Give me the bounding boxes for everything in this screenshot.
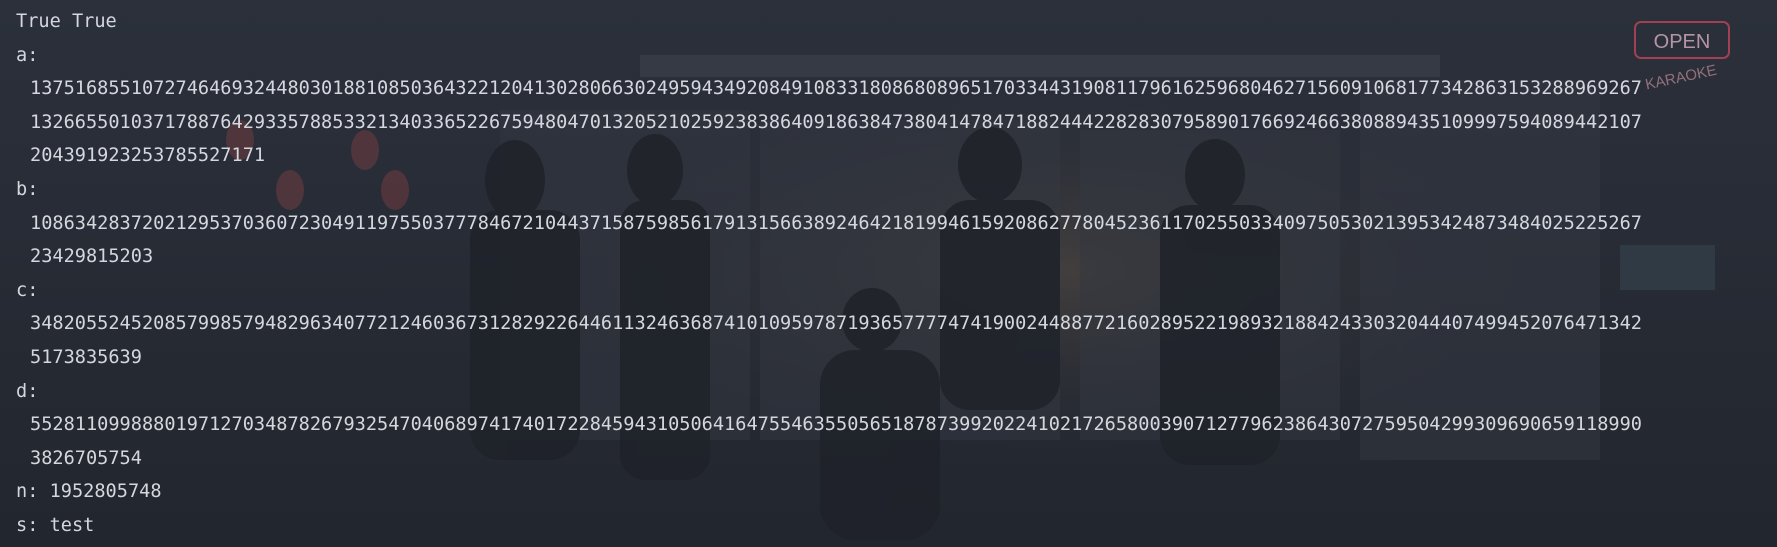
output-line: n: 1952805748 [16,481,162,503]
output-line: True True [16,11,117,32]
output-line: c: [16,279,39,301]
output-line: 5173835639 [30,346,142,368]
output-line: 204391923253785527171 [30,145,266,167]
output-line: 1326655010371788764293357885332134033652… [30,111,1642,133]
output-line: 5528110998880197127034878267932547040689… [30,414,1642,436]
output-line: a: [16,44,39,66]
output-line: 1375168551072746469324480301881085036432… [30,78,1642,100]
output-line: s: test [16,514,95,536]
terminal-output: True True a: 13751685510727464693244803018… [0,0,1777,547]
output-line: 23429815203 [30,246,154,268]
output-line: 1086342837202129537036072304911975503777… [30,212,1642,234]
output-line: 3482055245208579985794829634077212460367… [30,313,1642,335]
output-line: d: [16,380,39,402]
output-line: 3826705754 [30,447,142,469]
output-line: b: [16,178,39,200]
